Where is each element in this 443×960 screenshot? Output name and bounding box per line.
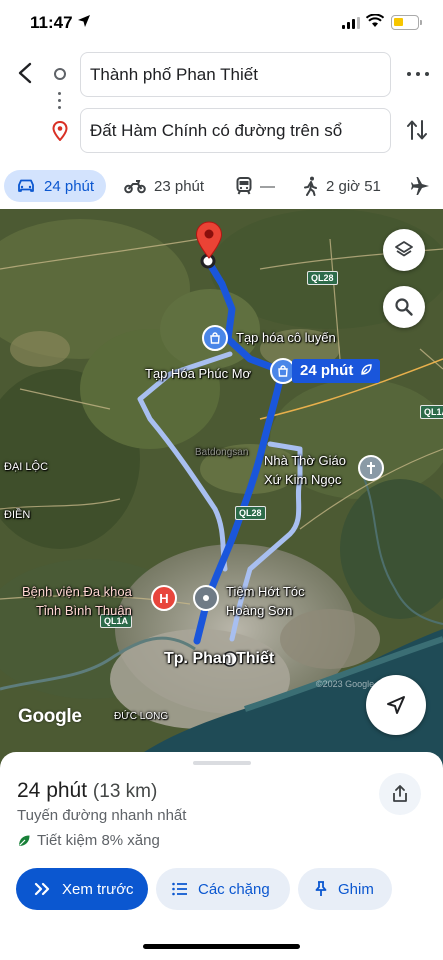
route-connector-dots bbox=[58, 92, 62, 113]
list-icon bbox=[172, 882, 187, 896]
google-logo: Google bbox=[18, 706, 82, 727]
route-duration: 24 phút (13 km) bbox=[17, 779, 157, 803]
tab-walk-label: 2 giờ 51 bbox=[326, 177, 381, 195]
place-label-tap-hoa-phuc-mo[interactable]: Tạp Hóa Phúc Mơ bbox=[145, 366, 251, 381]
walk-icon bbox=[304, 176, 317, 196]
hospital-icon[interactable]: H bbox=[151, 585, 177, 611]
tab-walk[interactable]: 2 giờ 51 bbox=[304, 170, 381, 202]
pin-icon bbox=[315, 881, 327, 896]
watermark-label: Batdongsan bbox=[195, 447, 249, 458]
back-arrow-icon bbox=[18, 62, 32, 84]
place-label-dai-loc: ĐẠI LỘC bbox=[4, 461, 49, 473]
recenter-button[interactable] bbox=[366, 675, 426, 735]
tab-car-label: 24 phút bbox=[44, 177, 95, 195]
travel-mode-tabs: 24 phút 23 phút — 2 giờ 51 bbox=[0, 170, 443, 204]
place-label-nha-tho[interactable]: Nhà Thờ Giáo Xứ Kim Ngọc bbox=[264, 451, 346, 489]
place-label-tp-phan-thiet[interactable]: Tp. Phan Thiết bbox=[164, 650, 274, 668]
place-label-dien: ĐIỀN bbox=[4, 509, 31, 521]
double-chevron-icon bbox=[34, 882, 50, 896]
tab-motorbike-label: 23 phút bbox=[154, 177, 205, 195]
preview-button-label: Xem trước bbox=[62, 880, 134, 898]
tab-transit-label: — bbox=[260, 177, 275, 195]
fuel-saving-label: Tiết kiệm 8% xăng bbox=[37, 832, 160, 849]
cellular-signal-icon bbox=[342, 17, 360, 29]
origin-circle-icon bbox=[54, 68, 66, 80]
more-options-button[interactable] bbox=[406, 64, 430, 84]
transit-icon bbox=[236, 177, 252, 195]
poi-location-icon[interactable] bbox=[193, 585, 219, 611]
swap-route-button[interactable] bbox=[406, 118, 428, 147]
wifi-icon bbox=[366, 14, 384, 27]
road-label-ql28: QL28 bbox=[235, 506, 266, 520]
layers-icon bbox=[395, 241, 413, 257]
road-label-ql28-top: QL28 bbox=[307, 271, 338, 285]
sheet-drag-handle[interactable] bbox=[193, 761, 251, 765]
airplane-icon bbox=[411, 177, 429, 195]
tab-motorbike[interactable]: 23 phút bbox=[124, 170, 204, 202]
route-badge-label: 24 phút bbox=[300, 362, 354, 379]
place-label-tap-hoa-co-luyen[interactable]: Tạp hóa cô luyến bbox=[236, 330, 336, 345]
battery-icon bbox=[391, 15, 422, 30]
place-label-duc-long: ĐỨC LONG bbox=[114, 711, 169, 722]
status-time: 11:47 bbox=[30, 13, 73, 32]
destination-field[interactable]: Đất Hàm Chính có đường trên sổ bbox=[80, 108, 391, 153]
steps-button-label: Các chặng bbox=[198, 880, 270, 898]
eco-leaf-icon bbox=[19, 835, 30, 846]
destination-marker-icon[interactable] bbox=[195, 221, 223, 259]
route-duration-value: 24 phút bbox=[17, 779, 88, 802]
search-icon bbox=[395, 298, 413, 316]
place-label-benh-vien[interactable]: Bệnh viện Đa khoa Tỉnh Bình Thuận bbox=[22, 582, 132, 620]
back-button[interactable] bbox=[12, 60, 38, 86]
share-button[interactable] bbox=[379, 773, 421, 815]
poi-shopping-icon[interactable] bbox=[202, 325, 228, 351]
share-icon bbox=[393, 785, 407, 802]
home-indicator[interactable] bbox=[143, 944, 300, 949]
tab-flight[interactable] bbox=[410, 170, 438, 202]
fuel-saving: Tiết kiệm 8% xăng bbox=[17, 832, 160, 849]
route-summary-sheet: 24 phút (13 km) Tuyến đường nhanh nhất T… bbox=[0, 752, 443, 960]
pin-button-label: Ghim bbox=[338, 880, 374, 898]
destination-pin-icon bbox=[52, 121, 68, 141]
road-label-ql1a-right: QL1A bbox=[420, 405, 443, 419]
origin-field[interactable]: Thành phố Phan Thiết bbox=[80, 52, 391, 97]
tab-transit[interactable]: — bbox=[236, 170, 275, 202]
place-label-tiem-hot-toc[interactable]: Tiệm Hớt Tóc Hoàng Sơn bbox=[226, 582, 305, 620]
steps-button[interactable]: Các chặng bbox=[156, 868, 290, 910]
route-duration-badge[interactable]: 24 phút bbox=[292, 359, 380, 383]
location-arrow-icon bbox=[78, 15, 90, 27]
car-icon bbox=[18, 179, 34, 192]
pin-button[interactable]: Ghim bbox=[298, 868, 392, 910]
route-description: Tuyến đường nhanh nhất bbox=[17, 807, 187, 824]
navigation-arrow-icon bbox=[387, 696, 405, 714]
map-copyright: ©2023 Google bbox=[316, 679, 375, 689]
layers-button[interactable] bbox=[383, 229, 425, 271]
eco-leaf-icon bbox=[361, 364, 372, 375]
search-button[interactable] bbox=[383, 286, 425, 328]
church-icon[interactable] bbox=[358, 455, 384, 481]
status-bar: 11:47 bbox=[0, 0, 443, 46]
route-distance: (13 km) bbox=[92, 781, 158, 802]
map-view[interactable]: QL28 QL28 QL1A QL1A Tạp hóa cô luyến Tạp… bbox=[0, 209, 443, 769]
swap-arrows-icon bbox=[407, 120, 427, 140]
preview-button[interactable]: Xem trước bbox=[16, 868, 148, 910]
motorbike-icon bbox=[124, 180, 146, 194]
tab-car[interactable]: 24 phút bbox=[4, 170, 106, 202]
